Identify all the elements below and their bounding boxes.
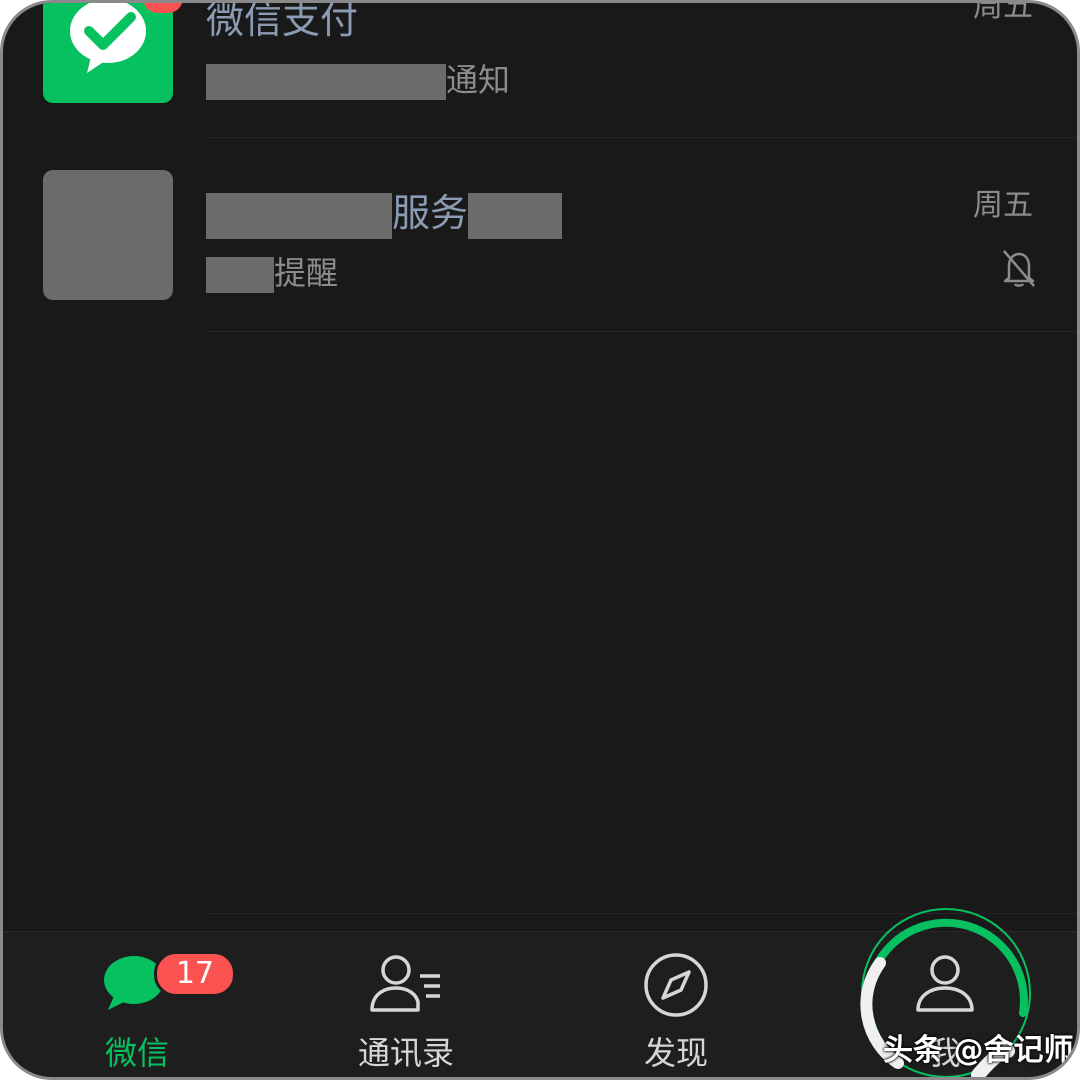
redacted-block [206,192,392,239]
chat-preview: 提醒 [206,248,338,294]
chat-title-text: 服务 [392,191,469,235]
tab-label: 发现 [643,1034,708,1072]
compass-icon [644,953,708,1017]
watermark-text: 头条 @舍记师 [883,1033,1074,1068]
chat-preview-text: 通知 [446,61,511,99]
chat-item-wechat-pay[interactable]: 微信支付 周五 通知 [3,3,1077,138]
wechat-pay-logo-icon [70,3,146,73]
chat-title: 微信支付 [206,0,359,42]
chat-item-service[interactable]: 服务 周五 提醒 [3,138,1077,331]
contacts-icon [370,955,440,1012]
chat-time: 周五 [973,0,1033,24]
tab-label: 微信 [104,1034,169,1072]
chat-time: 周五 [973,188,1033,223]
tab-discover[interactable]: 发现 [576,932,776,1077]
bell-off-icon [1003,250,1035,287]
wechat-pay-avatar [43,3,173,103]
unread-count-badge: 17 [154,951,236,997]
tab-contacts[interactable]: 通讯录 [306,932,506,1077]
tab-label: 通讯录 [357,1034,454,1072]
chat-preview-text: 提醒 [274,254,339,292]
redacted-block [206,257,274,293]
redacted-avatar [43,170,173,300]
phone-screen: 微信支付 周五 通知 服务 周五 提醒 微信 通讯录 发现 我 17 头条 @舍… [0,0,1080,1080]
chat-preview: 通知 [206,55,510,101]
chat-title: 服务 [206,182,563,239]
chat-divider [206,331,1077,332]
redacted-block [206,64,446,100]
redacted-block [468,192,563,239]
